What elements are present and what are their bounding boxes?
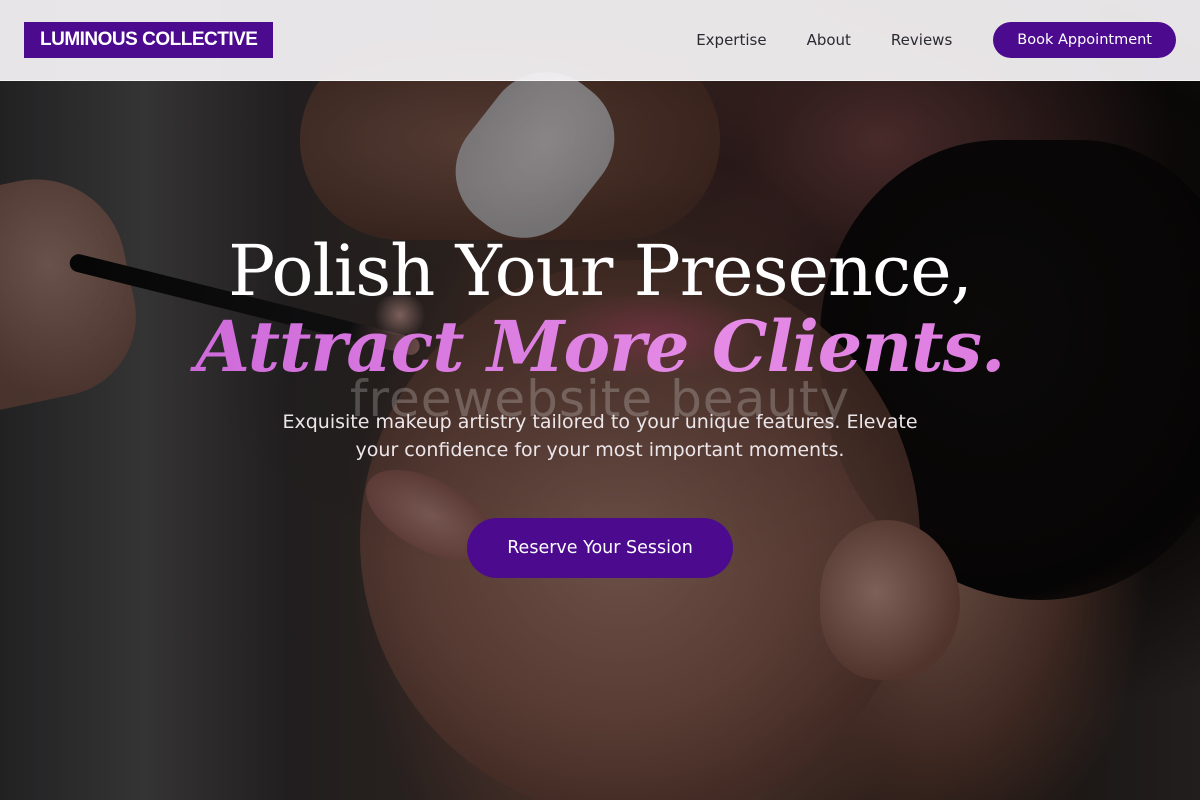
nav-link-reviews[interactable]: Reviews [891, 31, 952, 49]
hero-section: freewebsite beauty Polish Your Presence,… [0, 230, 1200, 578]
book-appointment-button[interactable]: Book Appointment [993, 22, 1176, 58]
hero-subtitle: Exquisite makeup artistry tailored to yo… [282, 411, 918, 461]
main-nav: Expertise About Reviews Book Appointment [696, 22, 1176, 58]
hero-headline-line1: Polish Your Presence, [228, 230, 973, 312]
site-header: LUMINOUS COLLECTIVE Expertise About Revi… [0, 0, 1200, 81]
hero-headline-line2: Attract More Clients. [0, 312, 1200, 382]
nav-link-about[interactable]: About [807, 31, 851, 49]
nav-link-expertise[interactable]: Expertise [696, 31, 766, 49]
reserve-session-button[interactable]: Reserve Your Session [467, 518, 733, 578]
brand-logo[interactable]: LUMINOUS COLLECTIVE [24, 22, 274, 58]
